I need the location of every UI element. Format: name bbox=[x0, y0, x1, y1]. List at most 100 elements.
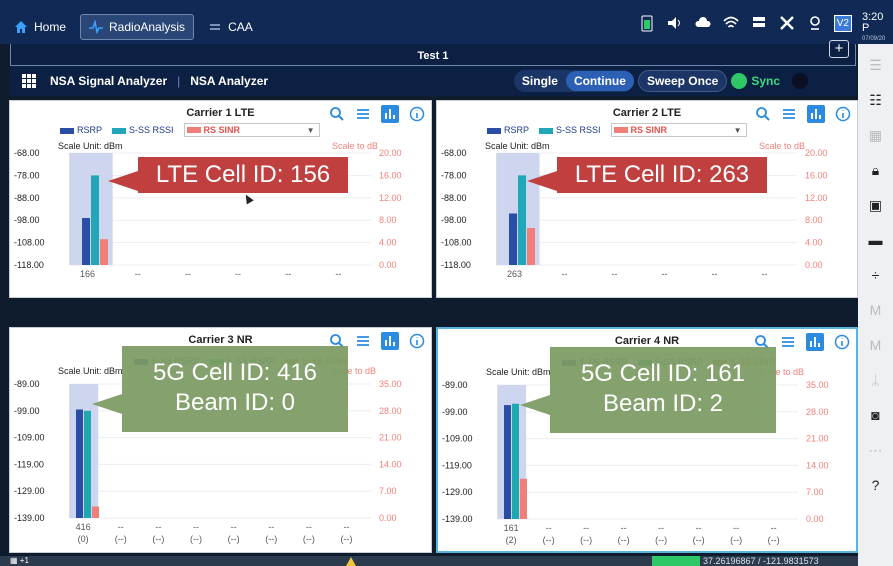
y-left-tick-label: -98.00 bbox=[14, 215, 40, 225]
x-tick-label: -- bbox=[268, 522, 274, 532]
y-left-tick-label: -108.00 bbox=[14, 238, 45, 248]
x-tick-label: -- bbox=[612, 269, 618, 279]
x-tick-label: -- bbox=[712, 269, 718, 279]
gps-status-icon[interactable] bbox=[652, 556, 700, 566]
location-pin-icon[interactable] bbox=[806, 14, 824, 32]
home-icon bbox=[15, 21, 27, 33]
bar-s-ss-rssi[interactable] bbox=[91, 175, 99, 265]
y-left-tick-label: -89.00 bbox=[14, 379, 40, 389]
breadcrumb-page[interactable]: NSA Analyzer bbox=[190, 74, 268, 88]
bar-s-ss-rsrp[interactable] bbox=[504, 405, 511, 519]
x-tick-label: -- bbox=[658, 523, 664, 533]
warning-icon[interactable] bbox=[346, 557, 356, 566]
bar-rsrp[interactable] bbox=[82, 217, 90, 265]
caa-icon bbox=[210, 24, 221, 30]
bar-s-ss-rsrp[interactable] bbox=[512, 403, 519, 519]
carrier-panel-3[interactable]: Carrier 3 NRS-SS RSRPS-SS RSRPS-SS SINRS… bbox=[9, 327, 432, 553]
carrier-panel-1[interactable]: Carrier 1 LTE RSRP S-SS RSSI RS SINR ▼ Scale … bbox=[9, 100, 432, 298]
x-tick-label: -- bbox=[344, 522, 350, 532]
single-button[interactable]: Single bbox=[514, 71, 566, 91]
continue-button[interactable]: Continue bbox=[565, 71, 634, 91]
zoom-icon[interactable]: ◙ bbox=[867, 406, 885, 424]
layout-icon[interactable]: ▦ bbox=[867, 126, 885, 144]
bar-chart[interactable]: -68.00 20.00 -78.00 16.00 -88.00 12.00 -98.00 8… bbox=[437, 101, 859, 299]
tab-radioanalysis-label: RadioAnalysis bbox=[109, 20, 186, 34]
x-tick-label: -- bbox=[762, 269, 768, 279]
y-left-tick-label: -68.00 bbox=[441, 148, 467, 158]
bar-s-ss-rsrp[interactable] bbox=[76, 409, 83, 518]
keyboard-icon[interactable]: ▦ +1 bbox=[10, 556, 29, 565]
callout-line-2: Beam ID: 0 bbox=[174, 389, 296, 416]
x-tick-label: -- bbox=[696, 523, 702, 533]
callout-pointer bbox=[108, 171, 138, 191]
x-tick-label: -- bbox=[235, 269, 241, 279]
x-tick-label: -- bbox=[335, 269, 341, 279]
record-indicator-icon[interactable] bbox=[792, 73, 808, 89]
app-frame: Home RadioAnalysis CAA V2 3:20 P 07/09/2… bbox=[0, 0, 893, 566]
y-left-tick-label: -88.00 bbox=[14, 193, 40, 203]
x-tick-sublabel: (--) bbox=[543, 535, 555, 545]
bar-rs-sinr[interactable] bbox=[527, 228, 535, 265]
y-left-tick-label: -98.00 bbox=[441, 215, 467, 225]
more-icon[interactable]: ⋯ bbox=[867, 441, 885, 459]
bar-rs-sinr[interactable] bbox=[100, 239, 108, 265]
split-icon[interactable]: ÷ bbox=[867, 266, 885, 284]
marker-list-icon[interactable]: M bbox=[867, 336, 885, 354]
x-tick-label: -- bbox=[583, 523, 589, 533]
sync-toggle[interactable]: Sync bbox=[731, 73, 808, 89]
speaker-icon[interactable] bbox=[666, 14, 684, 32]
bar-s-ss-sinr[interactable] bbox=[92, 506, 99, 518]
callout-pointer bbox=[520, 395, 550, 415]
clock-time: 3:20 P bbox=[862, 11, 884, 34]
x-tick-label: -- bbox=[285, 269, 291, 279]
bar-s-ss-rssi[interactable] bbox=[518, 175, 526, 265]
y-left-tick-label: -119.00 bbox=[14, 459, 44, 469]
marker-icon[interactable]: M bbox=[867, 301, 885, 319]
bar-chart[interactable]: -68.00 20.00 -78.00 16.00 -88.00 12.00 -98.00 8… bbox=[10, 101, 433, 299]
bar-s-ss-sinr[interactable] bbox=[520, 478, 527, 519]
y-right-tick-label: 4.00 bbox=[805, 238, 823, 248]
tools-icon[interactable] bbox=[778, 14, 796, 32]
breadcrumb-app[interactable]: NSA Signal Analyzer bbox=[50, 74, 167, 88]
y-right-tick-label: 21.00 bbox=[379, 433, 402, 443]
vp-badge[interactable]: V2 bbox=[833, 14, 852, 32]
y-left-tick-label: -118.00 bbox=[441, 260, 471, 270]
callout-line-2: Beam ID: 2 bbox=[602, 390, 724, 417]
y-right-tick-label: 21.00 bbox=[806, 434, 829, 444]
wifi-icon[interactable] bbox=[722, 14, 740, 32]
tab-caa-label: CAA bbox=[228, 20, 253, 34]
y-right-tick-label: 28.00 bbox=[379, 406, 402, 416]
network-icon[interactable] bbox=[750, 14, 768, 32]
bar-rsrp[interactable] bbox=[509, 213, 517, 265]
cell-id-callout: 5G Cell ID: 416 Beam ID: 0 bbox=[92, 346, 348, 432]
trace-icon[interactable]: ᛦ bbox=[867, 371, 885, 389]
sliders-icon[interactable]: ☷ bbox=[867, 91, 885, 109]
y-left-tick-label: -109.00 bbox=[442, 434, 473, 444]
carrier-panel-4[interactable]: Carrier 4 NRS-SS RSRPS-SS RSRPS-SS SINRS… bbox=[436, 327, 858, 553]
tab-radioanalysis[interactable]: RadioAnalysis bbox=[80, 14, 195, 40]
y-left-tick-label: -89.00 bbox=[442, 380, 468, 390]
lock-icon[interactable]: 🔒︎ bbox=[867, 161, 885, 179]
bar-s-ss-rsrp[interactable] bbox=[84, 410, 91, 518]
y-left-tick-label: -139.00 bbox=[14, 513, 45, 523]
y-right-tick-label: 8.00 bbox=[805, 215, 823, 225]
menu-icon[interactable]: ☰ bbox=[867, 56, 885, 74]
mode-toggle: Single Continue bbox=[513, 70, 634, 92]
x-tick-label: 161 bbox=[504, 523, 519, 533]
help-icon[interactable]: ? bbox=[867, 476, 885, 494]
sweep-once-button[interactable]: Sweep Once bbox=[637, 70, 728, 92]
folder-icon[interactable]: ▬ bbox=[867, 231, 885, 249]
y-right-tick-label: 0.00 bbox=[379, 513, 397, 523]
add-test-button[interactable]: + bbox=[829, 40, 849, 58]
tab-caa[interactable]: CAA bbox=[200, 14, 261, 40]
cell-id-callout: 5G Cell ID: 161 Beam ID: 2 bbox=[520, 347, 776, 433]
y-right-tick-label: 7.00 bbox=[379, 486, 397, 496]
apps-grid-icon[interactable] bbox=[22, 74, 36, 88]
save-icon[interactable]: ▣ bbox=[867, 196, 885, 214]
cloud-icon[interactable] bbox=[694, 14, 712, 32]
carrier-panel-2[interactable]: Carrier 2 LTE RSRP S-SS RSSI RS SINR ▼ Scale … bbox=[436, 100, 858, 298]
y-right-tick-label: 28.00 bbox=[806, 407, 829, 417]
tab-home[interactable]: Home bbox=[6, 14, 74, 40]
top-tab-bar: Home RadioAnalysis CAA V2 bbox=[0, 0, 858, 44]
y-left-tick-label: -78.00 bbox=[14, 170, 40, 180]
